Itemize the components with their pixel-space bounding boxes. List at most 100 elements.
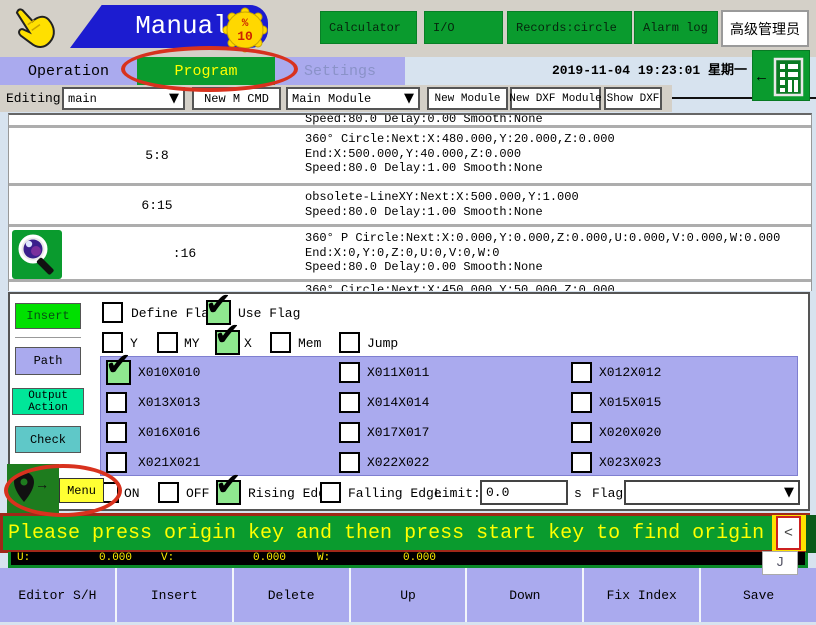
new-dxf-module-label: New DXF Module [509,93,601,105]
x020-label: X020X020 [599,425,661,440]
status-message: Please press origin key and then press s… [3,522,764,545]
w-value: 0.000 [403,552,436,564]
svg-text:10: 10 [237,29,253,44]
x011-label: X011X011 [367,365,429,380]
list-row-partial-bottom[interactable]: 360° Circle:Next:X:450.000,Y:50.000,Z:0.… [9,282,811,291]
checkbox-x011[interactable]: ✔ [339,362,360,383]
list-row-16[interactable]: :16 360° P Circle:Next:X:0.000,Y:0.000,Z… [9,227,811,282]
limit-input[interactable] [480,480,568,505]
list-row-5-8[interactable]: 5:8 360° Circle:Next:X:480.000,Y:20.000,… [9,128,811,186]
row-text: obsolete-LineXY:Next:X:500.000,Y:1.000 S… [305,186,579,224]
new-m-cmd-label: New M CMD [204,92,269,106]
tab-program[interactable]: Program [137,57,275,85]
chevron-down-icon-3: ▼ [784,485,794,500]
chevron-down-icon: ▼ [169,91,179,106]
main-module-select[interactable]: Main Module ▼ [286,87,420,110]
bottom-action-bar: Editor S/H Insert Delete Up Down Fix Ind… [0,568,816,622]
banner-edge [806,515,816,553]
insert-button[interactable]: Insert [117,568,232,622]
x022-label: X022X022 [367,455,429,470]
on-label: ON [124,486,140,501]
row-index: 6:15 [9,186,305,224]
admin-level-button[interactable]: 高级管理员 [721,10,809,47]
checkbox-x014[interactable]: ✔ [339,392,360,413]
x015-label: X015X015 [599,395,661,410]
down-button[interactable]: Down [467,568,582,622]
checkbox-x022[interactable]: ✔ [339,452,360,473]
new-m-cmd-button[interactable]: New M CMD [192,87,281,110]
insert-mode-button[interactable]: Insert [15,303,81,329]
u-label: U: [17,552,30,564]
checkbox-x023[interactable]: ✔ [571,452,592,473]
row-text: 360° Circle:Next:X:480.000,Y:20.000,Z:0.… [305,128,615,183]
menu-label: Menu [67,484,96,498]
w-label: W: [317,552,330,564]
checkbox-x012[interactable]: ✔ [571,362,592,383]
partial-hidden-button: J [762,551,798,575]
fix-index-button[interactable]: Fix Index [584,568,699,622]
tab-operation-label: Operation [28,63,109,80]
insert-mode-label: Insert [26,309,69,323]
checkbox-x020[interactable]: ✔ [571,422,592,443]
menu-button[interactable]: Menu [59,478,104,503]
use-flag-label: Use Flag [238,306,300,321]
row-index [9,282,305,291]
magnifier-icon[interactable] [12,230,62,279]
checkbox-jump[interactable]: ✔ [339,332,360,353]
checkbox-mem[interactable]: ✔ [270,332,291,353]
x021-label: X021X021 [138,455,200,470]
checkbox-x015[interactable]: ✔ [571,392,592,413]
checkbox-x010[interactable]: ✔ [106,360,131,385]
v-value: 0.000 [253,552,286,564]
editing-module-select[interactable]: main ▼ [62,87,185,110]
x023-label: X023X023 [599,455,661,470]
show-dxf-button[interactable]: Show DXF [604,87,662,110]
check-button[interactable]: Check [15,426,81,453]
flag-select[interactable]: ▼ [624,480,800,505]
delete-button[interactable]: Delete [234,568,349,622]
tab-operation[interactable]: Operation [0,57,137,85]
save-button[interactable]: Save [701,568,816,622]
alarm-log-button[interactable]: Alarm log [634,11,718,44]
tab-settings-label: Settings [304,63,376,80]
list-row-partial-top[interactable]: Speed:80.0 Delay:0.00 Smooth:None [9,115,811,128]
limit-label: Limit: [434,486,481,501]
records-circle-button[interactable]: Records:circle [507,11,632,44]
checkbox-x017[interactable]: ✔ [339,422,360,443]
io-flag-grid: ✔ X010X010 ✔ X011X011 ✔ X012X012 ✔ X013X… [100,356,798,476]
checkbox-off[interactable]: ✔ [158,482,179,503]
checkbox-define-flag[interactable]: ✔ [102,302,123,323]
my-label: MY [184,336,200,351]
checkbox-rising-edge[interactable]: ✔ [216,480,241,505]
io-button[interactable]: I/O [424,11,503,44]
keyboard-toggle-button[interactable]: ← [752,50,810,101]
banner-collapse-button[interactable]: < [776,516,801,550]
up-button[interactable]: Up [351,568,466,622]
row-text: 360° P Circle:Next:X:0.000,Y:0.000,Z:0.0… [305,227,780,279]
row-index [9,115,305,125]
numpad-icon [773,57,805,97]
checkbox-x016[interactable]: ✔ [106,422,127,443]
list-row-6-15[interactable]: 6:15 obsolete-LineXY:Next:X:500.000,Y:1.… [9,186,811,227]
checkbox-x[interactable]: ✔ [215,330,240,355]
x010-label: X010X010 [138,365,200,380]
calculator-label: Calculator [329,21,401,35]
tab-settings[interactable]: Settings [275,57,405,85]
new-dxf-module-button[interactable]: New DXF Module [510,87,601,110]
row-text: Speed:80.0 Delay:0.00 Smooth:None [305,115,543,125]
checkbox-falling-edge[interactable]: ✔ [320,482,341,503]
show-dxf-label: Show DXF [607,93,660,105]
new-module-button[interactable]: New Module [427,87,508,110]
origin-pin-button[interactable]: → [7,464,59,513]
side-divider [15,337,81,338]
editor-sh-button[interactable]: Editor S/H [0,568,115,622]
editing-module-value: main [68,92,97,106]
checkbox-my[interactable]: ✔ [157,332,178,353]
back-arrow-icon: ← [757,69,766,86]
calculator-button[interactable]: Calculator [320,11,417,44]
path-button[interactable]: Path [15,347,81,375]
output-action-button[interactable]: Output Action [12,388,84,415]
checkbox-x021[interactable]: ✔ [106,452,127,473]
io-label: I/O [433,21,455,35]
checkbox-x013[interactable]: ✔ [106,392,127,413]
